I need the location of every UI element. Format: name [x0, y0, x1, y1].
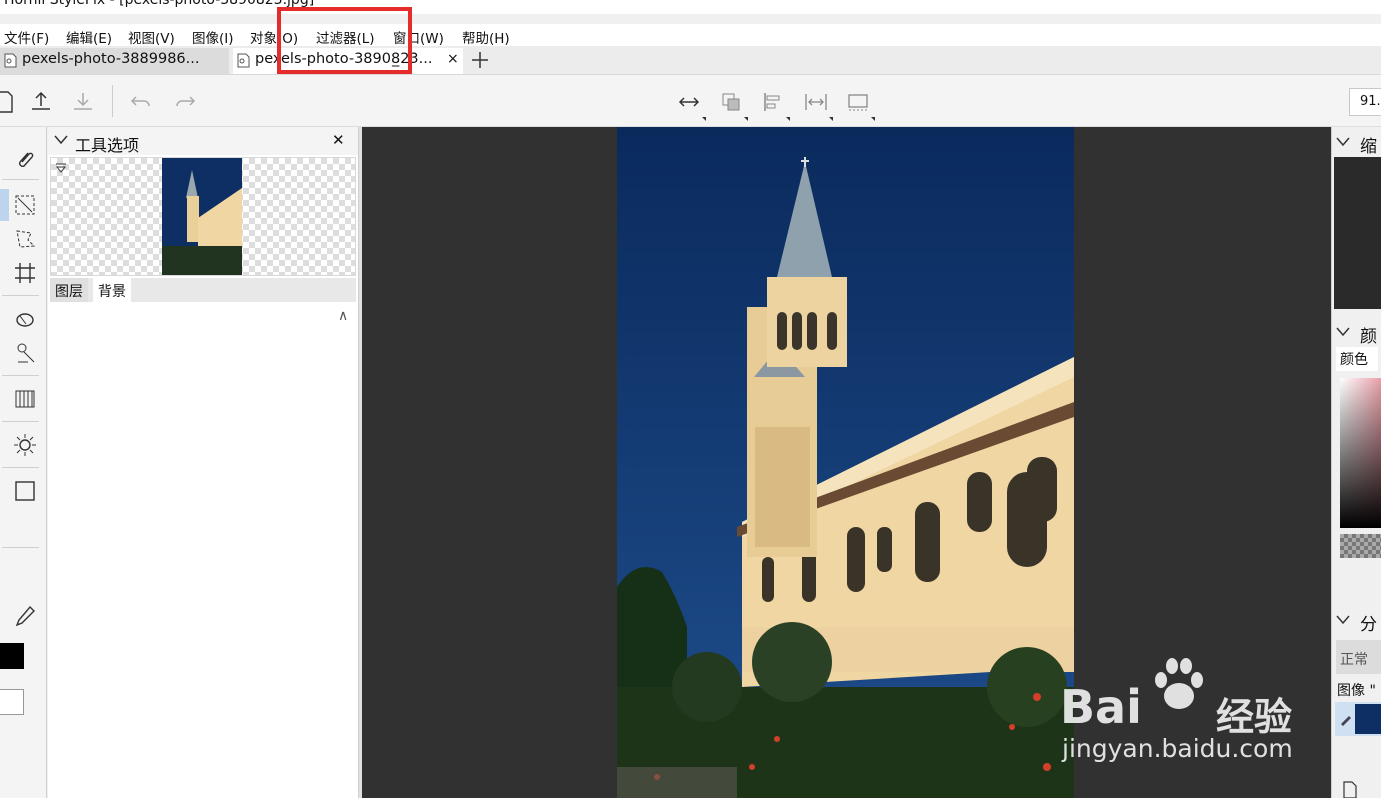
align-left-icon[interactable] [760, 89, 790, 121]
paperclip-icon[interactable] [12, 147, 38, 173]
document-icon[interactable] [0, 89, 18, 115]
redo-icon[interactable] [172, 89, 198, 115]
navigator-panel-header[interactable]: 缩 [1334, 130, 1381, 158]
panel-title: 工具选项 [75, 136, 140, 155]
eraser-icon[interactable] [12, 306, 38, 332]
title-bar: Hornil StylePix - [pexels-photo-3890823.… [0, 0, 1381, 14]
tool-divider [2, 467, 39, 468]
rectangle-shape-icon[interactable] [12, 478, 38, 504]
tool-divider [2, 295, 39, 296]
background-color-swatch[interactable] [0, 689, 24, 715]
tool-options-header: 工具选项 ✕ [48, 127, 358, 155]
active-tool-indicator [0, 189, 9, 221]
menu-help[interactable]: 帮助(H) [462, 27, 510, 47]
upload-icon[interactable] [28, 89, 54, 115]
brightness-icon[interactable] [12, 432, 38, 458]
window-title: Hornil StylePix - [pexels-photo-3890823.… [4, 0, 315, 8]
undo-icon[interactable] [128, 89, 154, 115]
tab-background[interactable]: 背景 [93, 278, 131, 302]
layer-blend-icon[interactable] [718, 89, 748, 121]
watermark-brand: Bai [1060, 680, 1142, 734]
panel-title: 缩 [1360, 137, 1377, 157]
tool-divider [2, 547, 39, 548]
tools-palette [0, 127, 47, 798]
crop-icon[interactable] [12, 260, 38, 286]
menu-file[interactable]: 文件(F) [4, 27, 49, 47]
pipette-icon[interactable] [12, 603, 38, 629]
download-icon[interactable] [70, 89, 96, 115]
transform-icon[interactable] [845, 89, 875, 121]
toolbar-divider [112, 85, 113, 117]
chevron-down-icon[interactable] [1336, 615, 1350, 625]
flip-horizontal-icon[interactable] [676, 89, 706, 121]
navigator-preview[interactable] [1334, 157, 1381, 309]
alpha-slider[interactable] [1340, 534, 1381, 558]
layer-tabs: 图层 背景 [50, 278, 356, 302]
image-file-icon [237, 53, 250, 68]
chevron-down-icon[interactable] [1336, 327, 1350, 337]
zoom-input[interactable]: 91. [1349, 88, 1381, 116]
document-tab-bar: pexels-photo-3889986... pexels-photo-389… [0, 46, 1381, 75]
tab-document-1[interactable]: pexels-photo-3889986... [0, 48, 229, 74]
document-icon[interactable] [1340, 780, 1360, 798]
watermark-url: jingyan.baidu.com [1062, 734, 1293, 763]
tool-divider [2, 421, 39, 422]
menu-bar: 文件(F) 编辑(E) 视图(V) 图像(I) 对象(O) 过滤器(L) 窗口(… [0, 24, 1381, 48]
annotation-highlight-box [277, 7, 412, 74]
chevron-down-icon[interactable] [1336, 137, 1350, 147]
layer-thumbnail[interactable] [162, 158, 242, 275]
close-tab-icon[interactable]: × [447, 51, 459, 67]
baidu-watermark: Bai 经验 jingyan.baidu.com [1060, 650, 1381, 780]
panel-title: 颜 [1360, 327, 1377, 347]
main-toolbar [0, 75, 1381, 127]
foreground-color-swatch[interactable] [0, 643, 24, 669]
clone-stamp-icon[interactable] [12, 340, 38, 366]
collapse-up-icon[interactable]: ∧ [338, 308, 348, 324]
canvas-image[interactable] [617, 127, 1074, 798]
tool-divider [2, 179, 39, 180]
watermark-service: 经验 [1216, 695, 1293, 739]
pattern-fill-icon[interactable] [12, 386, 38, 412]
tab-label: pexels-photo-3889986... [22, 51, 200, 67]
tool-divider [2, 375, 39, 376]
menu-image[interactable]: 图像(I) [192, 27, 234, 47]
paw-logo-icon [1155, 658, 1203, 709]
distribute-icon[interactable] [803, 89, 833, 121]
tab-color[interactable]: 颜色 [1336, 347, 1378, 371]
marquee-select-icon[interactable] [12, 192, 38, 218]
image-file-icon [4, 53, 17, 68]
menu-view[interactable]: 视图(V) [128, 27, 175, 47]
color-picker-gradient[interactable] [1340, 378, 1381, 528]
tab-layer[interactable]: 图层 [50, 278, 88, 302]
layers-panel-header[interactable]: 分 [1334, 608, 1381, 636]
panel-title: 分 [1360, 615, 1377, 635]
menu-edit[interactable]: 编辑(E) [66, 27, 112, 47]
lasso-icon[interactable] [12, 226, 38, 252]
chevron-down-icon[interactable] [54, 135, 68, 145]
close-panel-icon[interactable]: ✕ [332, 131, 345, 149]
collapse-arrow-icon[interactable] [55, 162, 67, 174]
add-tab-icon[interactable] [468, 48, 492, 72]
color-panel-header[interactable]: 颜 [1334, 320, 1381, 348]
